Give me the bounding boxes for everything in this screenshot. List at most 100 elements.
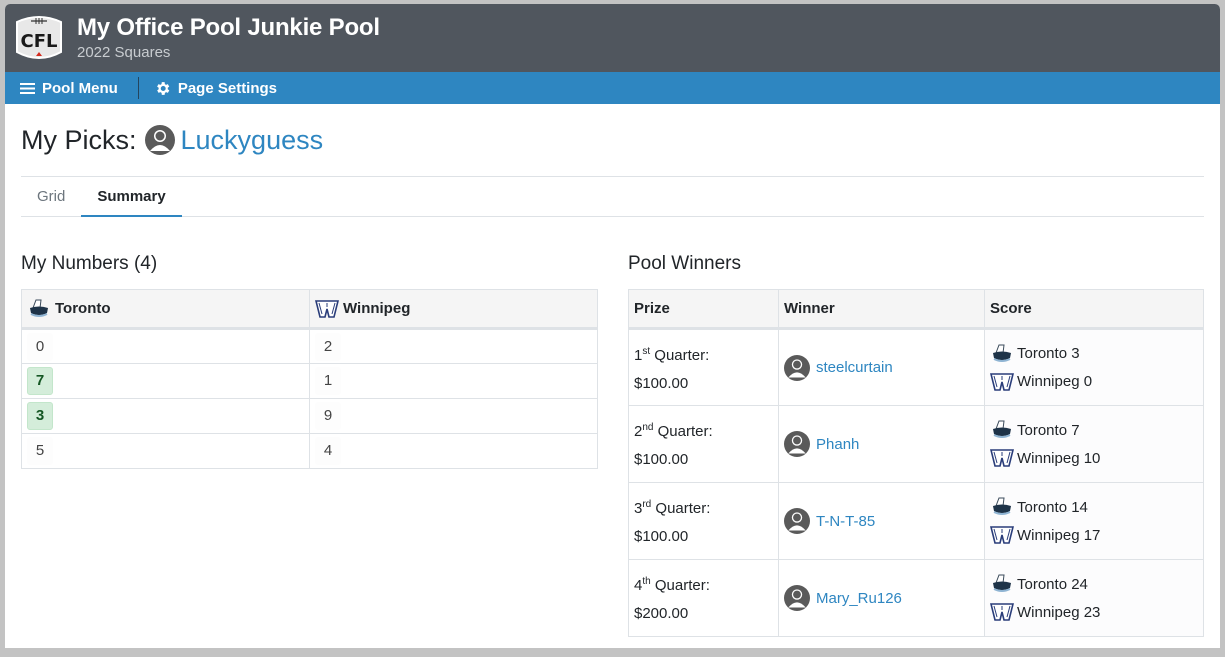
quarter-suffix: nd [642, 422, 654, 433]
winnipeg-score: Winnipeg 0 [1017, 373, 1093, 390]
quarter-label: Quarter: [655, 500, 711, 517]
username-link[interactable]: Luckyguess [181, 125, 324, 156]
prize-cell: 2nd Quarter: $100.00 [628, 405, 779, 483]
tab-grid[interactable]: Grid [21, 177, 81, 216]
pool-subtitle: 2022 Squares [77, 43, 171, 61]
my-numbers-section: My Numbers (4) Toronto Winnipeg 0 2 7 1 … [21, 251, 598, 637]
navbar: Pool Menu Page Settings [5, 72, 1220, 104]
winner-name: T-N-T-85 [816, 512, 876, 530]
pool-menu-button[interactable]: Pool Menu [20, 80, 118, 97]
winnipeg-number: 1 [315, 367, 341, 395]
app-window: CFL My Office Pool Junkie Pool 2022 Squa… [5, 4, 1220, 648]
toronto-argonauts-logo-icon [993, 344, 1011, 362]
user-avatar-icon [784, 585, 810, 611]
winner-link[interactable]: Mary_Ru126 [784, 585, 979, 611]
pool-title: My Office Pool Junkie Pool [77, 13, 380, 41]
winnipeg-number: 4 [315, 437, 341, 465]
winnipeg-score: Winnipeg 23 [1017, 603, 1101, 621]
prize-amount: $100.00 [634, 528, 689, 545]
pool-winners-section: Pool Winners Prize Winner Score 1st Quar… [628, 251, 1204, 637]
hamburger-icon [20, 82, 35, 94]
gear-icon [156, 81, 170, 95]
toronto-score: Toronto 7 [1017, 421, 1080, 439]
table-row: 7 1 [21, 363, 598, 399]
toronto-score: Toronto 24 [1017, 575, 1088, 593]
winnipeg-blue-bombers-logo-icon [315, 299, 339, 318]
user-avatar-icon [144, 125, 175, 155]
winner-cell: Mary_Ru126 [778, 559, 985, 637]
toronto-argonauts-logo-icon [993, 574, 1011, 592]
winnipeg-score: Winnipeg 17 [1017, 526, 1101, 544]
my-numbers-table: Toronto Winnipeg 0 2 7 1 3 9 5 4 [21, 289, 598, 469]
pool-menu-label: Pool Menu [42, 79, 118, 97]
winnipeg-blue-bombers-logo-icon [990, 526, 1014, 544]
score-cell: Toronto 24 Winnipeg 23 [984, 559, 1204, 637]
page-settings-button[interactable]: Page Settings [154, 80, 277, 97]
toronto-number-winning: 3 [27, 402, 53, 430]
page-title-prefix: My Picks: [21, 124, 137, 155]
page-settings-label: Page Settings [177, 79, 278, 97]
col-header-winnipeg: Winnipeg [309, 289, 598, 330]
col-header-winnipeg-label: Winnipeg [343, 300, 411, 317]
winner-cell: steelcurtain [778, 328, 985, 406]
col-header-winner: Winner [778, 289, 985, 330]
winnipeg-number: 9 [315, 402, 341, 430]
prize-cell: 1st Quarter: $100.00 [628, 328, 779, 406]
toronto-score: Toronto 3 [1017, 345, 1080, 362]
tab-summary[interactable]: Summary [81, 177, 182, 217]
col-header-toronto: Toronto [21, 289, 310, 330]
winner-name: Phanh [816, 435, 860, 453]
score-cell: Toronto 7 Winnipeg 10 [984, 405, 1204, 483]
nav-divider [137, 77, 139, 99]
score-cell: Toronto 3 Winnipeg 0 [984, 328, 1204, 406]
quarter-suffix: th [642, 576, 651, 587]
table-row: 4th Quarter: $200.00 Mary_Ru126 Toronto … [628, 559, 1204, 637]
table-row: 0 2 [21, 328, 598, 364]
my-numbers-heading: My Numbers (4) [21, 253, 158, 274]
quarter-label: Quarter: [654, 577, 710, 594]
winnipeg-blue-bombers-logo-icon [990, 449, 1014, 467]
header: CFL My Office Pool Junkie Pool 2022 Squa… [5, 4, 1220, 72]
user-avatar-icon [784, 431, 810, 457]
prize-cell: 4th Quarter: $200.00 [628, 559, 779, 637]
col-header-toronto-label: Toronto [55, 300, 111, 317]
winner-link[interactable]: Phanh [784, 431, 979, 457]
quarter-label: Quarter: [654, 346, 710, 364]
score-cell: Toronto 14 Winnipeg 17 [984, 482, 1204, 560]
winnipeg-blue-bombers-logo-icon [990, 603, 1014, 621]
toronto-argonauts-logo-icon [30, 299, 48, 317]
toronto-argonauts-logo-icon [993, 420, 1011, 438]
col-header-score: Score [984, 289, 1204, 330]
page-title: My Picks: Luckyguess [21, 104, 1204, 176]
winner-cell: Phanh [778, 405, 985, 483]
table-row: 3 9 [21, 398, 598, 434]
cfl-logo-icon: CFL [16, 16, 62, 59]
pool-winners-table: Prize Winner Score 1st Quarter: $100.00 [628, 289, 1204, 637]
prize-amount: $100.00 [634, 451, 689, 468]
winner-name: Mary_Ru126 [816, 589, 902, 607]
winner-link[interactable]: steelcurtain [784, 354, 979, 381]
col-header-prize: Prize [628, 289, 779, 330]
prize-cell: 3rd Quarter: $100.00 [628, 482, 779, 560]
svg-text:CFL: CFL [21, 31, 58, 52]
toronto-argonauts-logo-icon [993, 497, 1011, 515]
winnipeg-score: Winnipeg 10 [1017, 449, 1101, 467]
user-avatar-icon [784, 508, 810, 534]
table-row: 2nd Quarter: $100.00 Phanh Toronto 7 Win… [628, 405, 1204, 483]
toronto-number: 5 [27, 437, 53, 465]
toronto-number-winning: 7 [27, 367, 53, 395]
quarter-suffix: st [642, 345, 651, 357]
winner-link[interactable]: T-N-T-85 [784, 508, 979, 534]
prize-amount: $200.00 [634, 605, 689, 622]
user-avatar-icon [784, 354, 810, 381]
pool-winners-heading: Pool Winners [628, 253, 741, 274]
table-row: 5 4 [21, 433, 598, 469]
quarter-label: Quarter: [657, 423, 713, 440]
toronto-score: Toronto 14 [1017, 498, 1088, 516]
winner-cell: T-N-T-85 [778, 482, 985, 560]
prize-amount: $100.00 [634, 374, 689, 392]
tab-bar: Grid Summary [21, 177, 1204, 217]
toronto-number: 0 [27, 332, 53, 361]
winnipeg-number: 2 [315, 332, 341, 361]
winnipeg-blue-bombers-logo-icon [990, 372, 1014, 391]
